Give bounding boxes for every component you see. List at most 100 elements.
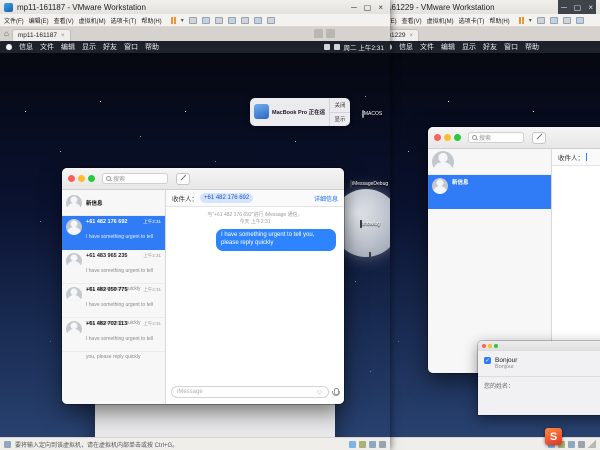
menu-view[interactable]: 查看(V) [54,16,74,25]
macos-menu-buddies[interactable]: 好友 [483,42,497,52]
microphone-icon[interactable] [332,388,339,397]
macos-menu-file[interactable]: 文件 [40,42,54,52]
desktop-icon-extra[interactable] [352,253,388,259]
toolbar-icon[interactable] [215,17,223,24]
macos-menu-window[interactable]: 窗口 [124,42,138,52]
toolbar-icon[interactable] [550,17,558,24]
conversation-list-item[interactable]: +61 483 965 235 上午2:31 I have something … [62,250,165,284]
menu-vm[interactable]: 虚拟机(M) [427,16,454,25]
network-status-icon[interactable] [359,441,366,448]
macos-menu-view[interactable]: 显示 [462,42,476,52]
suspend-vm-icon[interactable] [519,17,524,24]
menu-help[interactable]: 帮助(H) [141,16,161,25]
sound-status-icon[interactable] [369,441,376,448]
conversation-list-item[interactable]: 新信息 [62,190,165,216]
menu-vm[interactable]: 虚拟机(M) [79,16,106,25]
sound-status-icon[interactable] [568,441,575,448]
close-button[interactable]: × [588,3,593,12]
conversation-list-item[interactable]: +61 482 702 113 上午2:31 I have something … [62,318,165,352]
maximize-button[interactable]: ▢ [574,3,582,12]
minimize-window-icon[interactable] [488,344,492,348]
search-input[interactable]: 搜索 [102,173,168,184]
close-button[interactable]: × [378,3,383,12]
volume-icon[interactable] [334,44,340,50]
to-label: 收件人： [172,193,198,203]
tabbar-layout-icons[interactable] [314,29,335,38]
toolbar-icon[interactable] [576,17,584,24]
toolbar-icon[interactable] [189,17,197,24]
desktop-icon-macos-disk[interactable]: MACOS [354,111,390,117]
conversation-list-item[interactable]: 新信息 [428,175,551,209]
minimize-window-icon[interactable] [444,134,451,141]
macos-menu-help[interactable]: 帮助 [525,42,539,52]
menu-view[interactable]: 查看(V) [402,16,422,25]
toolbar-icon[interactable] [228,17,236,24]
input-method-icon[interactable] [324,44,330,50]
new-message-draft-row[interactable] [428,149,551,175]
toolbar-icon[interactable] [537,17,545,24]
close-window-icon[interactable] [68,175,75,182]
recipient-row[interactable]: 收件人： +61 482 176 692 详细信息 [166,190,344,207]
account-item-bonjour[interactable]: ✓ Bonjour Bonjour [478,351,600,374]
sogou-input-icon[interactable]: S [545,428,562,445]
toolbar-icon[interactable] [254,17,262,24]
minimize-window-icon[interactable] [78,175,85,182]
toolbar-icon[interactable] [267,17,275,24]
macos-menu-window[interactable]: 窗口 [504,42,518,52]
home-tab-icon[interactable]: ⌂ [4,30,9,38]
chevron-down-icon[interactable]: ▾ [529,17,532,24]
minimize-button[interactable]: ─ [351,3,357,12]
apple-menu-icon[interactable] [6,44,12,50]
details-link[interactable]: 详细信息 [314,194,338,203]
close-window-icon[interactable] [434,134,441,141]
macos-menu-file[interactable]: 文件 [420,42,434,52]
checkbox-icon[interactable]: ✓ [484,357,491,364]
macos-menu-help[interactable]: 帮助 [145,42,159,52]
compose-button[interactable] [532,132,546,144]
macos-menu-messages[interactable]: 信息 [399,42,413,52]
chat-area [552,166,600,353]
macos-menu-edit[interactable]: 编辑 [61,42,75,52]
tab-close-icon[interactable]: × [409,33,413,39]
usb-status-icon[interactable] [379,441,386,448]
toolbar-icon[interactable] [241,17,249,24]
macos-menu-buddies[interactable]: 好友 [103,42,117,52]
close-window-icon[interactable] [482,344,486,348]
compose-button[interactable] [176,173,190,185]
menu-edit[interactable]: 编辑(E) [29,16,49,25]
emoji-icon[interactable]: ☺ [316,389,323,396]
desktop-icon-showlog[interactable]: showlog [352,221,388,227]
menu-tabs[interactable]: 选项卡(T) [459,16,485,25]
minimize-button[interactable]: ─ [561,3,567,12]
toolbar-icon[interactable] [202,17,210,24]
recipient-token[interactable]: +61 482 176 692 [200,193,253,203]
chevron-down-icon[interactable]: ▾ [181,17,184,24]
toolbar-icon[interactable] [563,17,571,24]
hdd-status-icon[interactable] [349,441,356,448]
notification-banner[interactable]: MacBook Pro 正在运行 macOS Sierra 现在可以在 Find… [250,98,350,126]
macos-menu-messages[interactable]: 信息 [19,42,33,52]
zoom-window-icon[interactable] [494,344,498,348]
notification-show-button[interactable]: 显示 [330,113,350,127]
usb-status-icon[interactable] [578,441,585,448]
zoom-window-icon[interactable] [454,134,461,141]
recipient-row[interactable]: 收件人： [552,149,600,166]
menu-help[interactable]: 帮助(H) [489,16,509,25]
macos-menu-view[interactable]: 显示 [82,42,96,52]
search-input[interactable]: 搜索 [468,132,524,143]
macos-menu-edit[interactable]: 编辑 [441,42,455,52]
vm-tab[interactable]: mp11-161187 × [12,29,71,41]
maximize-button[interactable]: ▢ [364,3,372,12]
conversation-list-item[interactable]: +61 482 050 775 上午2:31 I have something … [62,284,165,318]
menu-file[interactable]: 文件(F) [4,16,24,25]
notification-close-button[interactable]: 关闭 [330,98,350,113]
desktop-icon-imessagedebug[interactable]: iMessageDebug [350,181,386,187]
tab-close-icon[interactable]: × [61,33,65,39]
resize-grip[interactable] [588,440,596,448]
suspend-vm-icon[interactable] [171,17,176,24]
conversation-list-item[interactable]: +61 482 176 692 上午2:31 I have something … [62,216,165,250]
message-input[interactable]: iMessage ☺ [171,386,329,398]
menu-tabs[interactable]: 选项卡(T) [111,16,137,25]
zoom-window-icon[interactable] [88,175,95,182]
menubar-clock[interactable]: 周二 上午2:31 [344,42,384,52]
